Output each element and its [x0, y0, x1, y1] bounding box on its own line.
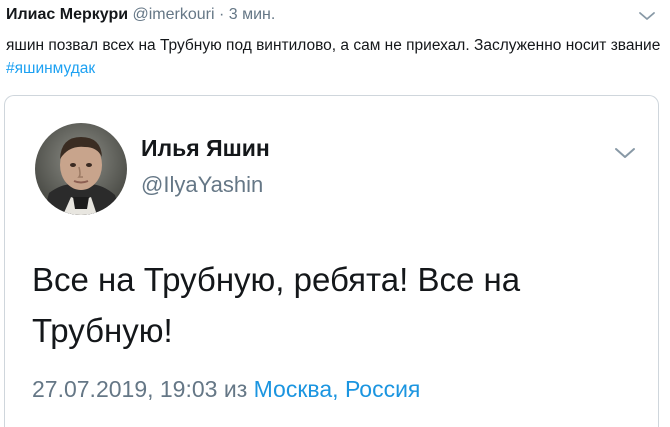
avatar[interactable] [35, 123, 127, 215]
chevron-down-icon[interactable] [638, 10, 656, 22]
author-name[interactable]: Илиас Меркури [6, 6, 128, 23]
quoted-author-name[interactable]: Илья Яшин [141, 135, 270, 162]
quoted-tweet-text: Все на Трубную, ребята! Все на Трубную! [32, 261, 521, 349]
tweet-text: яшин позвал всех на Трубную под винтилов… [6, 34, 661, 80]
tweet-time[interactable]: 3 мин. [229, 6, 276, 23]
quoted-tweet-card[interactable]: Илья Яшин @IlyaYashin Все на Трубную, ре… [4, 95, 659, 427]
profile-photo [35, 123, 127, 215]
quoted-tweet-datetime[interactable]: 27.07.2019, 19:03 [32, 376, 217, 402]
chevron-down-icon[interactable] [614, 146, 636, 160]
tweet-body: яшин позвал всех на Трубную под винтилов… [6, 37, 661, 54]
author-handle[interactable]: @imerkouri [133, 6, 215, 23]
quoted-tweet-meta: 27.07.2019, 19:03 из Москва, Россия [32, 376, 420, 403]
from-label: из [223, 376, 248, 402]
quoted-author-handle[interactable]: @IlyaYashin [141, 172, 263, 198]
hashtag-link[interactable]: #яшинмудак [6, 60, 95, 77]
separator-dot: · [218, 6, 225, 23]
location-link[interactable]: Москва, Россия [254, 376, 421, 402]
outer-tweet-header: Илиас Меркури @imerkouri · 3 мин. [6, 5, 275, 25]
